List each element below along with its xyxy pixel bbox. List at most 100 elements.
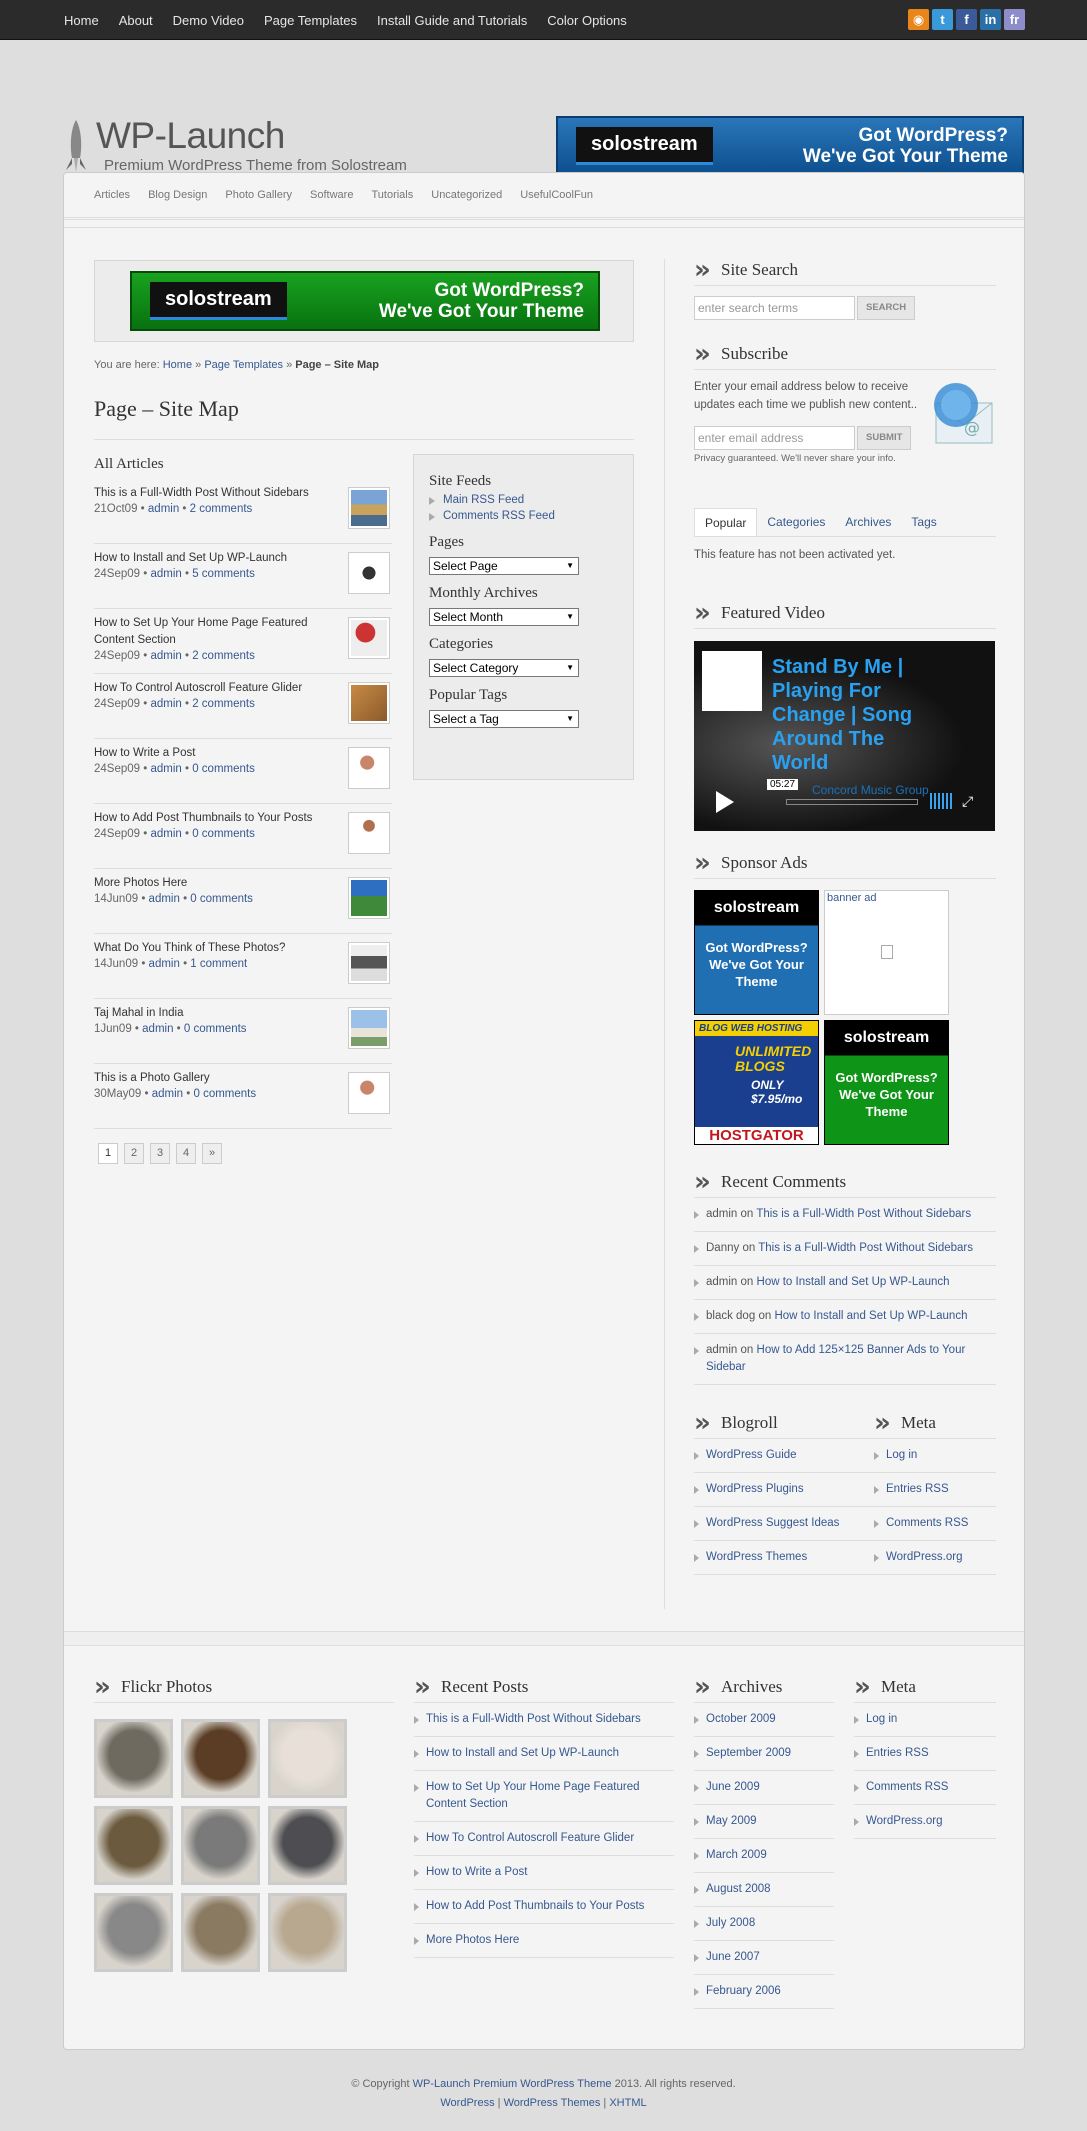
category-usefulcoolfun[interactable]: UsefulCoolFun — [520, 189, 593, 201]
pager-page-3[interactable]: 3 — [150, 1143, 170, 1164]
article-title[interactable]: More Photos Here — [94, 875, 329, 892]
footer-link-xhtml[interactable]: XHTML — [609, 2097, 646, 2109]
linkedin-icon[interactable]: in — [980, 9, 1001, 30]
tab-archives[interactable]: Archives — [835, 508, 901, 536]
comment-post-link[interactable]: This is a Full-Width Post Without Sideba… — [758, 1242, 973, 1254]
category-uncategorized[interactable]: Uncategorized — [431, 189, 502, 201]
flickr-photo[interactable] — [94, 1719, 173, 1798]
article-thumbnail[interactable] — [348, 617, 390, 659]
article-author[interactable]: admin — [149, 893, 180, 905]
pager-page-4[interactable]: 4 — [176, 1143, 196, 1164]
article-thumbnail[interactable] — [348, 812, 390, 854]
recent-post-link-how-to-install-and-set-up-wp-launch[interactable]: How to Install and Set Up WP-Launch — [426, 1747, 619, 1759]
flickr-photo[interactable] — [181, 1893, 260, 1972]
category-select[interactable]: Select Category — [429, 659, 579, 677]
recent-post-link-how-to-write-a-post[interactable]: How to Write a Post — [426, 1866, 527, 1878]
article-author[interactable]: admin — [149, 958, 180, 970]
archive-link-june-2009[interactable]: June 2009 — [706, 1781, 760, 1793]
article-thumbnail[interactable] — [348, 1072, 390, 1114]
topnav-page-templates[interactable]: Page Templates — [264, 13, 357, 28]
flickr-photo[interactable] — [94, 1893, 173, 1972]
recent-post-link-how-to-set-up-your-home-page-featured-content-section[interactable]: How to Set Up Your Home Page Featured Co… — [426, 1781, 640, 1810]
archive-link-may-2009[interactable]: May 2009 — [706, 1815, 757, 1827]
archive-link-june-2007[interactable]: June 2007 — [706, 1951, 760, 1963]
comment-post-link[interactable]: How to Install and Set Up WP-Launch — [774, 1310, 967, 1322]
search-button[interactable]: SEARCH — [857, 296, 916, 320]
article-author[interactable]: admin — [150, 828, 181, 840]
article-comments[interactable]: 0 comments — [193, 1088, 256, 1100]
flickr-photo[interactable] — [268, 1806, 347, 1885]
article-thumbnail[interactable] — [348, 747, 390, 789]
article-title[interactable]: How to Add Post Thumbnails to Your Posts — [94, 810, 329, 827]
article-title[interactable]: How To Control Autoscroll Feature Glider — [94, 680, 329, 697]
sponsor-ad-solostream-green[interactable]: solostream Got WordPress? We've Got Your… — [824, 1020, 949, 1145]
comment-post-link[interactable]: How to Install and Set Up WP-Launch — [757, 1276, 950, 1288]
pager-page-2[interactable]: 2 — [124, 1143, 144, 1164]
tab-categories[interactable]: Categories — [757, 508, 835, 536]
facebook-icon[interactable]: f — [956, 9, 977, 30]
article-comments[interactable]: 2 comments — [192, 698, 255, 710]
blogroll-link-wordpress-themes[interactable]: WordPress Themes — [706, 1551, 807, 1563]
fullscreen-icon[interactable]: ⤢ — [962, 793, 973, 810]
article-comments[interactable]: 0 comments — [192, 828, 255, 840]
article-author[interactable]: admin — [150, 568, 181, 580]
sponsor-ad-placeholder[interactable]: banner ad — [824, 890, 949, 1015]
topnav-home[interactable]: Home — [64, 13, 99, 28]
article-author[interactable]: admin — [152, 1088, 183, 1100]
topnav-about[interactable]: About — [119, 13, 153, 28]
tag-select[interactable]: Select a Tag — [429, 710, 579, 728]
meta-link-entries-rss[interactable]: Entries RSS — [886, 1483, 949, 1495]
category-software[interactable]: Software — [310, 189, 353, 201]
tab-tags[interactable]: Tags — [901, 508, 946, 536]
meta-link-log-in[interactable]: Log in — [886, 1449, 917, 1461]
main-rss-feed-link[interactable]: Main RSS Feed — [429, 494, 618, 506]
video-player[interactable]: Stand By Me | Playing For Change | Song … — [694, 641, 995, 831]
site-title[interactable]: WP-Launch — [96, 115, 285, 157]
article-author[interactable]: admin — [150, 698, 181, 710]
email-input[interactable]: enter email address — [694, 426, 855, 450]
footer-meta-link-comments-rss[interactable]: Comments RSS — [866, 1781, 948, 1793]
flickr-photo[interactable] — [268, 1893, 347, 1972]
article-thumbnail[interactable] — [348, 487, 390, 529]
flickr-photo[interactable] — [94, 1806, 173, 1885]
archive-link-july-2008[interactable]: July 2008 — [706, 1917, 755, 1929]
flickr-icon[interactable]: fr — [1004, 9, 1025, 30]
category-photo-gallery[interactable]: Photo Gallery — [225, 189, 292, 201]
category-blog-design[interactable]: Blog Design — [148, 189, 207, 201]
article-thumbnail[interactable] — [348, 552, 390, 594]
article-author[interactable]: admin — [142, 1023, 173, 1035]
article-thumbnail[interactable] — [348, 682, 390, 724]
article-thumbnail[interactable] — [348, 942, 390, 984]
twitter-icon[interactable]: t — [932, 9, 953, 30]
footer-meta-link-entries-rss[interactable]: Entries RSS — [866, 1747, 929, 1759]
pager-page-1[interactable]: 1 — [98, 1143, 118, 1164]
breadcrumb-page-templates[interactable]: Page Templates — [204, 359, 283, 371]
article-comments[interactable]: 1 comment — [190, 958, 247, 970]
archive-link-march-2009[interactable]: March 2009 — [706, 1849, 767, 1861]
article-thumbnail[interactable] — [348, 1007, 390, 1049]
archive-link-february-2006[interactable]: February 2006 — [706, 1985, 781, 1997]
blogroll-link-wordpress-guide[interactable]: WordPress Guide — [706, 1449, 797, 1461]
article-author[interactable]: admin — [148, 503, 179, 515]
article-comments[interactable]: 2 comments — [192, 650, 255, 662]
breadcrumb-home[interactable]: Home — [163, 359, 192, 371]
sponsor-ad-hostgator[interactable]: BLOG WEB HOSTING UNLIMITED BLOGS ONLY $7… — [694, 1020, 819, 1145]
article-title[interactable]: What Do You Think of These Photos? — [94, 940, 329, 957]
flickr-photo[interactable] — [181, 1719, 260, 1798]
recent-post-link-more-photos-here[interactable]: More Photos Here — [426, 1934, 519, 1946]
footer-meta-link-log-in[interactable]: Log in — [866, 1713, 897, 1725]
article-title[interactable]: How to Install and Set Up WP-Launch — [94, 550, 329, 567]
category-tutorials[interactable]: Tutorials — [371, 189, 413, 201]
flickr-photo[interactable] — [268, 1719, 347, 1798]
article-comments[interactable]: 2 comments — [190, 503, 253, 515]
article-comments[interactable]: 0 comments — [184, 1023, 247, 1035]
category-articles[interactable]: Articles — [94, 189, 130, 201]
comments-rss-feed-link[interactable]: Comments RSS Feed — [429, 510, 618, 522]
flickr-photo[interactable] — [181, 1806, 260, 1885]
video-progress[interactable] — [786, 799, 918, 805]
pages-select[interactable]: Select Page — [429, 557, 579, 575]
play-icon[interactable] — [716, 791, 734, 813]
copyright-theme-link[interactable]: WP-Launch Premium WordPress Theme — [413, 2078, 612, 2090]
topnav-demo-video[interactable]: Demo Video — [173, 13, 244, 28]
article-title[interactable]: Taj Mahal in India — [94, 1005, 329, 1022]
